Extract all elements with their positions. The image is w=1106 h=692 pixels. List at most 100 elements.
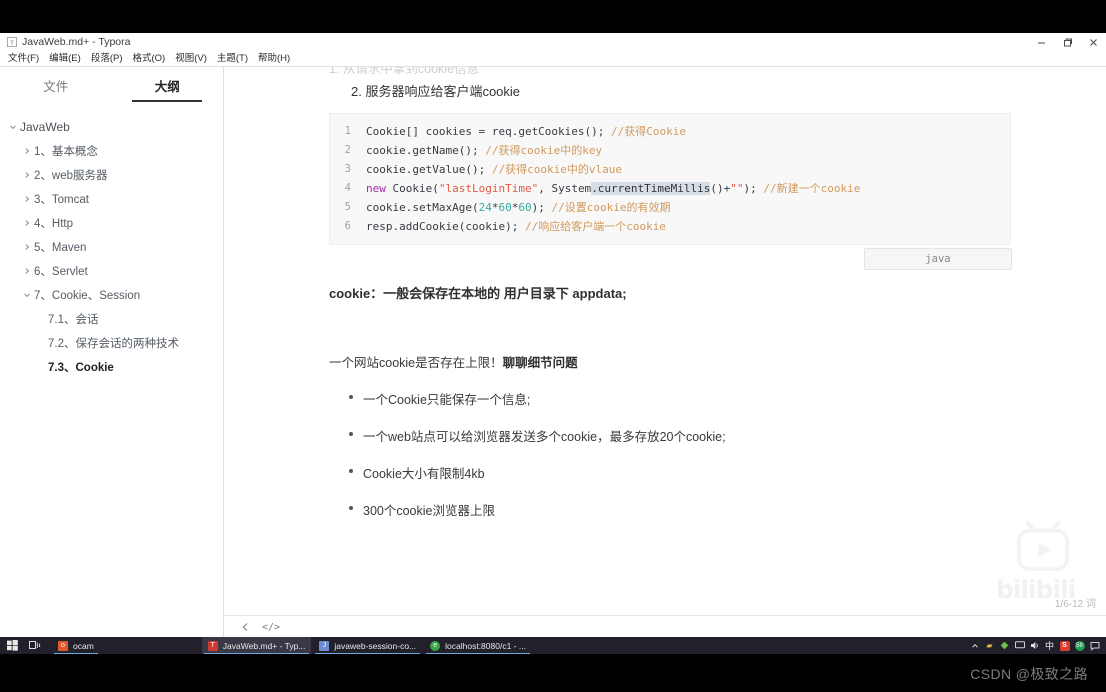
line-number: 5 <box>344 201 351 213</box>
typora-app-icon: T <box>207 640 218 651</box>
code-source: resp.addCookie(cookie); //响应给客户端一个cookie <box>366 220 666 233</box>
windows-start-icon[interactable] <box>0 637 24 654</box>
tray-action-center-icon[interactable] <box>1087 637 1102 654</box>
outline-item-7-1[interactable]: 7.1、会话 <box>0 307 223 331</box>
taskbar-item-browser[interactable]: e localhost:8080/c1 - ... <box>424 637 532 654</box>
system-tray: ▰ ◆ 中 S 58 <box>967 637 1106 654</box>
menu-format[interactable]: 格式(O) <box>127 51 170 66</box>
list-item: 一个Cookie只能保存一个信息; <box>349 389 1011 408</box>
ordered-heading: 2. 服务器响应给客户端cookie <box>351 84 521 99</box>
menu-paragraph[interactable]: 段落(P) <box>86 51 128 66</box>
code-source: cookie.getValue(); //获得cookie中的vlaue <box>366 163 622 176</box>
window-title-bar[interactable]: T JavaWeb.md+ - Typora <box>0 33 1106 51</box>
editor-status-bar: </> <box>224 615 1106 638</box>
tray-app-yellow-icon[interactable]: ▰ <box>982 637 997 654</box>
csdn-watermark: CSDN @极致之路 <box>970 666 1088 682</box>
outline-item-3[interactable]: 3、Tomcat <box>0 187 223 211</box>
menu-theme[interactable]: 主题(T) <box>212 51 253 66</box>
desktop: T JavaWeb.md+ - Typora 文件(F) 编辑(E) 段落(P)… <box>0 0 1106 692</box>
svg-text:T: T <box>9 40 13 47</box>
code-source: Cookie[] cookies = req.getCookies(); //获… <box>366 125 687 138</box>
tray-volume-icon[interactable] <box>1027 637 1042 654</box>
code-block[interactable]: 1 Cookie[] cookies = req.getCookies(); /… <box>329 113 1012 270</box>
code-line-selected: 4 new Cookie("lastLoginTime", System.cur… <box>330 179 1010 198</box>
tray-ime-icon[interactable]: 中 <box>1042 637 1057 654</box>
chevron-right-icon[interactable] <box>20 267 34 275</box>
source-code-icon[interactable]: </> <box>258 617 284 637</box>
code-line: 5 cookie.setMaxAge(24*60*60); //设置cookie… <box>330 198 1010 217</box>
menu-edit[interactable]: 编辑(E) <box>44 51 86 66</box>
chevron-down-icon[interactable] <box>20 291 34 299</box>
line-number: 1 <box>344 125 351 137</box>
sidebar: 文件 大纲 JavaWeb 1、基本概念 2、web服务器 3、Tomcat 4… <box>0 67 224 638</box>
menu-view[interactable]: 视图(V) <box>170 51 212 66</box>
bilibili-tv-icon <box>1016 520 1070 572</box>
restore-icon[interactable] <box>1054 33 1080 51</box>
chevron-right-icon[interactable] <box>20 219 34 227</box>
intellij-app-icon: J <box>319 640 330 651</box>
outline-item-2[interactable]: 2、web服务器 <box>0 163 223 187</box>
chevron-right-icon[interactable] <box>20 195 34 203</box>
paragraph-limit-bold: 聊聊细节问题 <box>502 356 578 370</box>
outline-tree: JavaWeb 1、基本概念 2、web服务器 3、Tomcat 4、Http … <box>0 105 223 379</box>
menu-help[interactable]: 帮助(H) <box>253 51 295 66</box>
paragraph-cookie-limit: 一个网站cookie是否存在上限！聊聊细节问题 <box>329 352 1011 371</box>
menu-file[interactable]: 文件(F) <box>3 51 44 66</box>
taskbar-item-label: ocam <box>73 640 94 651</box>
typora-window: T JavaWeb.md+ - Typora 文件(F) 编辑(E) 段落(P)… <box>0 33 1106 638</box>
outline-item-5[interactable]: 5、Maven <box>0 235 223 259</box>
outline-item-7-3[interactable]: 7.3、Cookie <box>0 355 223 379</box>
list-item: Cookie大小有限制4kb <box>349 463 1011 482</box>
taskbar: o ocam T JavaWeb.md+ - Typ... J javaweb-… <box>0 637 1106 654</box>
outline-item-1[interactable]: 1、基本概念 <box>0 139 223 163</box>
line-number: 3 <box>344 163 351 175</box>
tray-app-green-icon[interactable]: ◆ <box>997 637 1012 654</box>
paragraph-cookie-location: cookie：一般会保存在本地的 用户目录下 appdata; <box>329 286 627 301</box>
cookie-limits-list: 一个Cookie只能保存一个信息; 一个web站点可以给浏览器发送多个cooki… <box>329 389 1011 519</box>
outline-label: 7.1、会话 <box>48 314 99 326</box>
tray-sogou-icon[interactable]: S <box>1057 637 1072 654</box>
line-number: 4 <box>344 182 351 194</box>
minimize-icon[interactable] <box>1028 33 1054 51</box>
window-controls <box>1028 33 1106 51</box>
taskbar-item-idea[interactable]: J javaweb-session-co... <box>313 637 422 654</box>
word-count: 1/6-12 词 <box>1054 599 1096 610</box>
outline-item-7[interactable]: 7、Cookie、Session <box>0 283 223 307</box>
code-language-badge[interactable]: java <box>864 248 1012 270</box>
tab-outline[interactable]: 大纲 <box>112 76 224 102</box>
code-source: new Cookie("lastLoginTime", System.curre… <box>366 182 861 195</box>
taskbar-item-label: JavaWeb.md+ - Typ... <box>222 640 306 651</box>
code-line: 6 resp.addCookie(cookie); //响应给客户端一个cook… <box>330 217 1010 236</box>
tab-files[interactable]: 文件 <box>0 76 112 102</box>
code-line: 2 cookie.getName(); //获得cookie中的key <box>330 141 1010 160</box>
task-view-icon[interactable] <box>24 637 46 654</box>
outline-item-6[interactable]: 6、Servlet <box>0 259 223 283</box>
browser-app-icon: e <box>430 640 441 651</box>
outline-label: 5、Maven <box>34 242 87 254</box>
editor-pane: 1. 从请求中拿到cookie信息 2. 服务器响应给客户端cookie 1 C… <box>224 67 1106 638</box>
outline-item-7-2[interactable]: 7.2、保存会话的两种技术 <box>0 331 223 355</box>
list-item: 一个web站点可以给浏览器发送多个cookie，最多存放20个cookie; <box>349 426 1011 445</box>
chevron-down-icon[interactable] <box>6 123 20 131</box>
document-body[interactable]: 1. 从请求中拿到cookie信息 2. 服务器响应给客户端cookie 1 C… <box>224 67 1106 519</box>
outline-label: 6、Servlet <box>34 266 88 278</box>
tray-app-circle-icon[interactable]: 58 <box>1072 637 1087 654</box>
chevron-right-icon[interactable] <box>20 243 34 251</box>
outline-item-4[interactable]: 4、Http <box>0 211 223 235</box>
tray-network-icon[interactable] <box>1012 637 1027 654</box>
code-source: cookie.setMaxAge(24*60*60); //设置cookie的有… <box>366 201 671 214</box>
outline-label: 7、Cookie、Session <box>34 290 141 302</box>
close-icon[interactable] <box>1080 33 1106 51</box>
chevron-left-icon[interactable] <box>232 617 258 637</box>
ocam-app-icon: o <box>58 640 68 651</box>
clipped-previous-line: 1. 从请求中拿到cookie信息 <box>329 67 1011 77</box>
chevron-right-icon[interactable] <box>20 171 34 179</box>
list-item: 300个cookie浏览器上限 <box>349 500 1011 519</box>
outline-item-javaweb[interactable]: JavaWeb <box>0 115 223 139</box>
taskbar-item-typora[interactable]: T JavaWeb.md+ - Typ... <box>201 637 312 654</box>
chevron-right-icon[interactable] <box>20 147 34 155</box>
taskbar-item-ocam[interactable]: o ocam <box>52 637 100 654</box>
tray-chevron-up-icon[interactable] <box>967 637 982 654</box>
code-source: cookie.getName(); //获得cookie中的key <box>366 144 603 157</box>
document-scroll-area[interactable]: 1. 从请求中拿到cookie信息 2. 服务器响应给客户端cookie 1 C… <box>224 67 1106 615</box>
